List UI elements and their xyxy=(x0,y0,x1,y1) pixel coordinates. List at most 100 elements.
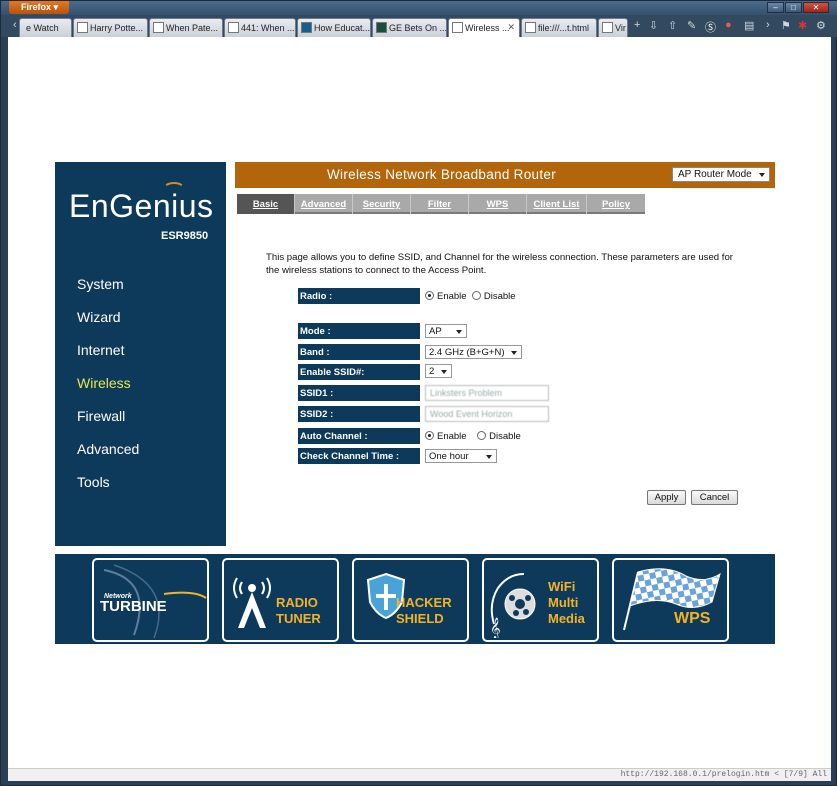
tab-security[interactable]: Security xyxy=(353,194,411,214)
radio-options: Enable Disable xyxy=(425,291,516,302)
enable-ssid-label: Enable SSID#: xyxy=(298,364,420,380)
brush-icon[interactable]: ✎ xyxy=(687,19,696,32)
hacker-text: HACKER xyxy=(396,595,452,610)
feature-banner: Network TURBINE RADIO TUNER HACKER SHIEL… xyxy=(55,554,775,644)
subtab-bar: Basic Advanced Security Filter WPS Clien… xyxy=(237,194,645,214)
wifi-multimedia-badge: 𝄞 WiFi Multi Media xyxy=(482,558,599,642)
nav-item-firewall[interactable]: Firewall xyxy=(77,408,125,424)
tab[interactable]: Vir xyxy=(598,18,628,37)
apply-button[interactable]: Apply xyxy=(647,490,686,505)
router-mode-select[interactable]: AP Router Mode xyxy=(672,167,770,182)
shield-text: SHIELD xyxy=(396,611,444,626)
cancel-button[interactable]: Cancel xyxy=(691,490,738,505)
gear-icon[interactable]: ⚙ xyxy=(816,19,826,32)
auto-channel-options: Enable Disable xyxy=(425,431,521,442)
upload-icon[interactable]: ⇧ xyxy=(668,19,677,32)
firefox-menu-button[interactable]: Firefox ▾ xyxy=(9,1,69,14)
tab-filter[interactable]: Filter xyxy=(411,194,469,214)
wps-text: WPS xyxy=(674,610,711,627)
scroll-left-icon[interactable]: ‹ xyxy=(13,19,17,31)
mode-label: Mode : xyxy=(298,323,420,339)
ssid2-label: SSID2 : xyxy=(298,406,420,422)
radio-tuner-badge: RADIO TUNER xyxy=(222,558,339,642)
tab[interactable]: 441: When ... xyxy=(224,18,296,37)
nav-item-system[interactable]: System xyxy=(77,276,124,292)
turbine-badge: Network TURBINE xyxy=(92,558,209,642)
tab-active[interactable]: Wireless ... ✕ xyxy=(448,18,520,38)
tab[interactable]: file:///...t.html xyxy=(521,18,597,37)
nav-item-advanced[interactable]: Advanced xyxy=(77,441,139,457)
chevron-right-icon[interactable]: › xyxy=(766,19,770,31)
auto-channel-enable-radio[interactable] xyxy=(425,431,434,440)
nav-item-internet[interactable]: Internet xyxy=(77,342,124,358)
wifi-text: WiFi xyxy=(548,579,576,594)
addon-icon[interactable]: ✱ xyxy=(798,19,807,32)
check-channel-time-label: Check Channel Time : xyxy=(298,448,420,464)
enable-ssid-select[interactable]: 2 xyxy=(425,364,452,378)
mode-select[interactable]: AP xyxy=(425,324,467,338)
auto-disable-label: Disable xyxy=(489,431,521,442)
sidebar-icon[interactable]: ▤ xyxy=(744,19,754,32)
chevron-down-icon xyxy=(456,330,462,334)
media-text: Media xyxy=(548,611,585,626)
chevron-down-icon xyxy=(441,370,447,374)
page-icon xyxy=(301,22,312,33)
tab-client-list[interactable]: Client List xyxy=(527,194,587,214)
page-icon xyxy=(452,22,463,33)
nav-item-tools[interactable]: Tools xyxy=(77,474,110,490)
tab[interactable]: Harry Potte... xyxy=(73,18,148,37)
status-bar: http://192.168.0.1/prelogin.htm < [7/9] … xyxy=(8,768,831,781)
maximize-button[interactable]: □ xyxy=(785,2,802,13)
radio-label: Radio : xyxy=(298,288,420,304)
antenna-icon xyxy=(233,577,271,628)
close-window-button[interactable]: ✕ xyxy=(803,2,829,13)
tab-basic[interactable]: Basic xyxy=(237,194,295,214)
tab[interactable]: When Pate... xyxy=(149,18,223,37)
chevron-down-icon xyxy=(486,455,492,459)
page-title: Wireless Network Broadband Router xyxy=(327,167,556,182)
ssid1-label: SSID1 : xyxy=(298,385,420,401)
ssid2-input[interactable]: Wood Event Horizon xyxy=(425,406,549,422)
nav-item-wizard[interactable]: Wizard xyxy=(77,309,121,325)
nav-item-wireless[interactable]: Wireless xyxy=(77,375,131,391)
page-icon xyxy=(77,22,88,33)
header-banner: Wireless Network Broadband Router AP Rou… xyxy=(235,162,775,188)
tuner-text: TUNER xyxy=(276,611,321,626)
music-film-icon: 𝄞 xyxy=(490,573,536,638)
skype-icon[interactable]: Ⓢ xyxy=(705,19,716,35)
band-select[interactable]: 2.4 GHz (B+G+N) xyxy=(425,345,522,359)
minimize-button[interactable]: – xyxy=(767,2,784,13)
model-name: ESR9850 xyxy=(161,230,209,242)
browser-window: Firefox ▾ – □ ✕ ‹ e Watch Harry Potte...… xyxy=(0,0,837,786)
auto-channel-label: Auto Channel : xyxy=(298,428,420,444)
turbine-text: TURBINE xyxy=(100,598,167,615)
radio-disable-radio[interactable] xyxy=(471,291,481,300)
download-icon[interactable]: ⇩ xyxy=(649,19,658,32)
page-description: This page allows you to define SSID, and… xyxy=(266,252,733,276)
close-tab-icon[interactable]: ✕ xyxy=(507,22,515,33)
radio-enable-radio[interactable] xyxy=(425,291,434,300)
tab[interactable]: How Educat... xyxy=(297,18,371,37)
wps-badge: WPS xyxy=(612,558,729,642)
chevron-down-icon xyxy=(759,173,765,177)
tab[interactable]: e Watch xyxy=(19,18,72,37)
hacker-shield-badge: HACKER SHIELD xyxy=(352,558,469,642)
chevron-down-icon xyxy=(511,351,517,355)
check-channel-time-select[interactable]: One hour xyxy=(425,449,497,463)
auto-channel-disable-radio[interactable] xyxy=(477,431,487,440)
title-bar: Firefox ▾ – □ ✕ xyxy=(1,1,837,15)
svg-text:𝄞: 𝄞 xyxy=(490,618,501,638)
tab-policy[interactable]: Policy xyxy=(587,194,645,214)
page-icon xyxy=(153,22,164,33)
router-sidebar: EnGenius ESR9850 System Wizard Internet … xyxy=(55,162,226,546)
radio-text: RADIO xyxy=(276,595,318,610)
radio-enable-label: Enable xyxy=(437,291,467,302)
tab-wps[interactable]: WPS xyxy=(469,194,527,214)
new-tab-icon[interactable]: + xyxy=(634,19,640,31)
tab-advanced[interactable]: Advanced xyxy=(295,194,353,214)
bookmark-icon[interactable]: ⚑ xyxy=(781,19,791,32)
stop-icon[interactable]: ● xyxy=(725,19,732,31)
tab[interactable]: GE Bets On ... xyxy=(372,18,447,37)
brand-logo: EnGenius xyxy=(69,188,214,224)
ssid1-input[interactable]: Linksters Problem xyxy=(425,385,549,401)
